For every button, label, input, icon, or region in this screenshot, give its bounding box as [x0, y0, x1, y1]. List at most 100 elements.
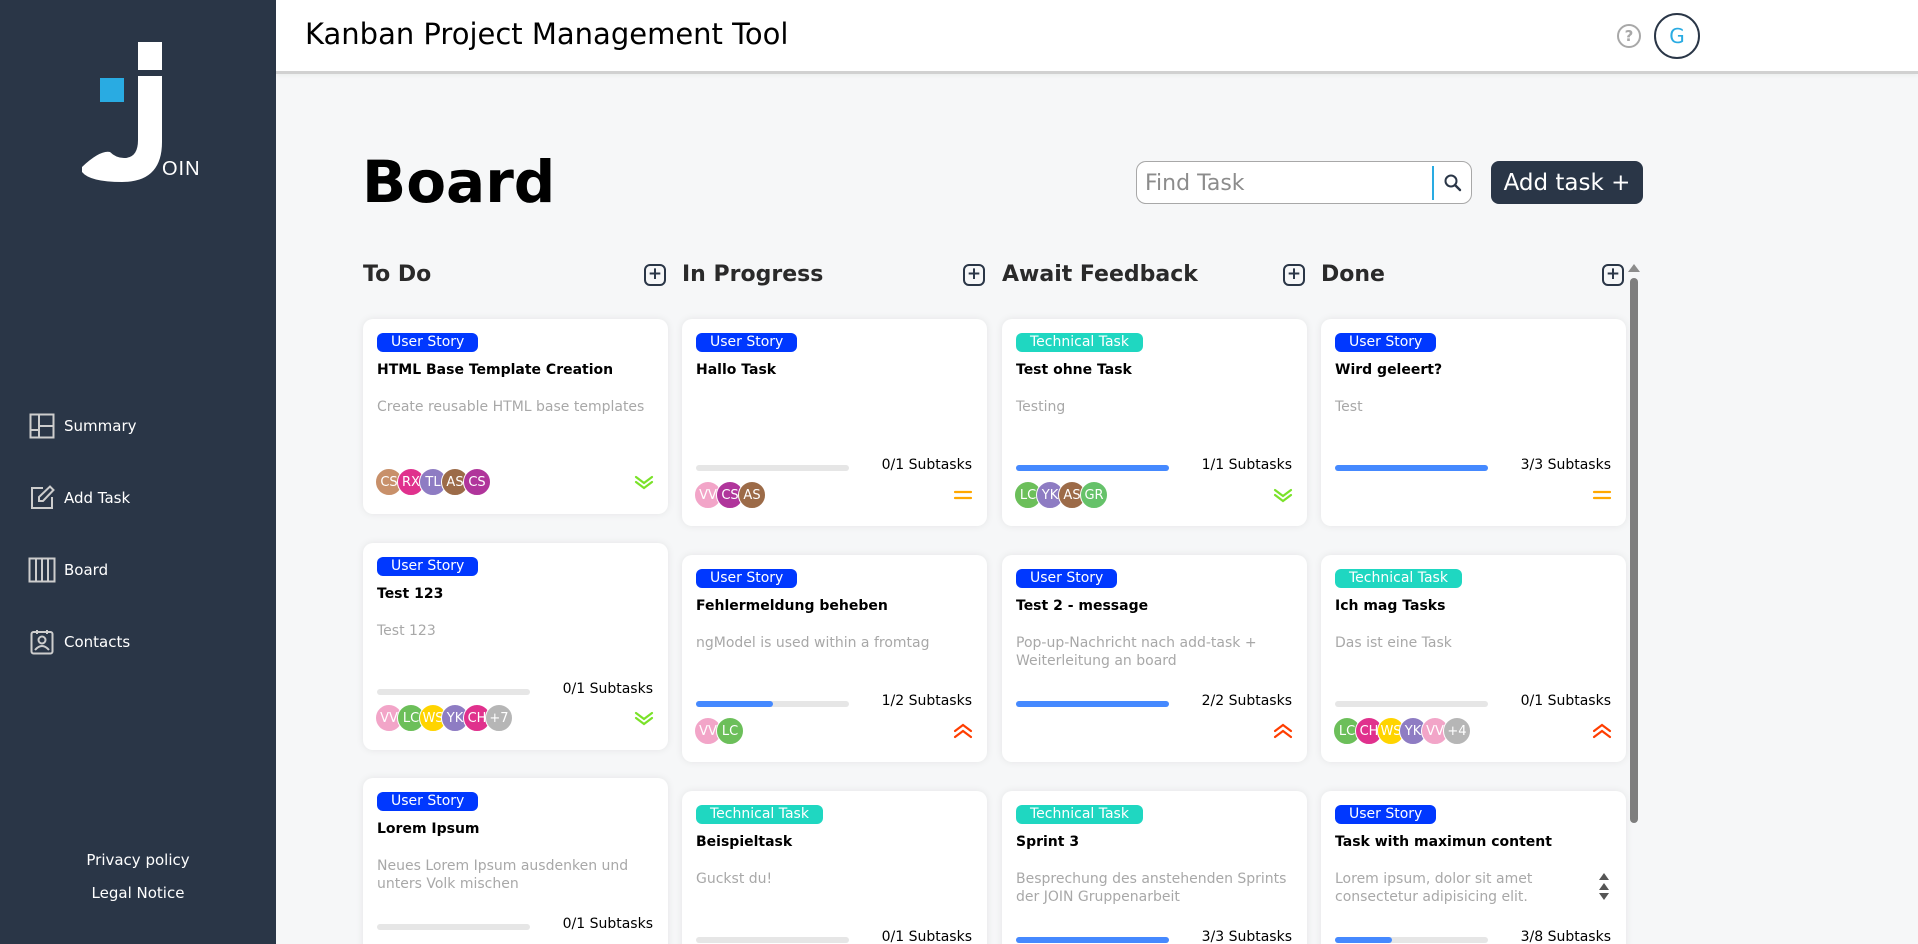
subtask-count: 0/1 Subtasks	[1520, 693, 1611, 709]
subtask-progress-bar	[696, 701, 849, 707]
column-header-done: Done +	[1321, 262, 1626, 287]
logo-text: OIN	[162, 158, 201, 180]
scrollbar-thumb[interactable]	[1630, 278, 1638, 823]
top-header: Kanban Project Management Tool ? G	[276, 0, 1918, 74]
progress-fill	[1016, 465, 1169, 471]
assignee-avatars: VV LC	[694, 717, 744, 745]
subtask-count: 3/3 Subtasks	[1520, 457, 1611, 473]
assignee-avatars: LC CH WS YK VV +4	[1333, 717, 1471, 745]
category-badge: User Story	[1335, 805, 1437, 824]
task-description: Create reusable HTML base templates	[377, 399, 645, 415]
task-title: Test ohne Task	[1016, 362, 1132, 378]
progress-fill	[1335, 465, 1488, 471]
task-description: Besprechung des anstehenden Sprints der …	[1016, 871, 1287, 905]
contacts-icon	[28, 628, 56, 656]
subtask-progress-bar	[696, 937, 849, 943]
task-title: Test 123	[377, 586, 444, 602]
subtask-count: 2/2 Subtasks	[1201, 693, 1292, 709]
progress-fill	[1016, 937, 1169, 943]
priority-urgent-icon	[1592, 723, 1612, 739]
task-card[interactable]: Technical Task Sprint 3 Besprechung des an…	[1002, 791, 1307, 944]
subtask-count: 0/1 Subtasks	[881, 929, 972, 944]
task-description: Neues Lorem Ipsum ausdenken und unters V…	[377, 858, 629, 892]
task-card[interactable]: User Story Test 2 - message Pop-up-Nachric…	[1002, 555, 1307, 762]
task-description: Testing	[1016, 399, 1066, 415]
column-header-in-progress: In Progress +	[682, 262, 987, 287]
board-icon	[28, 556, 56, 584]
app-title: Kanban Project Management Tool	[305, 17, 789, 51]
task-title: Ich mag Tasks	[1335, 598, 1446, 614]
subtask-progress-bar	[1016, 465, 1169, 471]
subtask-progress-bar	[1335, 937, 1488, 943]
priority-medium-icon	[1592, 490, 1612, 500]
add-task-button[interactable]: Add task +	[1491, 161, 1643, 204]
task-card[interactable]: Technical Task Ich mag Tasks Das ist eine …	[1321, 555, 1626, 762]
privacy-policy-link[interactable]: Privacy policy	[0, 851, 276, 869]
task-card[interactable]: User Story Hallo Task 0/1 Subtasks VV CS AS	[682, 319, 987, 526]
task-card[interactable]: User Story Wird geleert? Test 3/3 Subtasks	[1321, 319, 1626, 526]
legal-notice-link[interactable]: Legal Notice	[0, 884, 276, 902]
subtask-count: 0/1 Subtasks	[562, 681, 653, 697]
subtask-progress-bar	[1016, 701, 1169, 707]
column-title: Await Feedback	[1002, 262, 1198, 287]
task-description: ngModel is used within a fromtag	[696, 635, 930, 651]
sidebar-item-contacts[interactable]: Contacts	[28, 606, 276, 678]
description-scroll-arrows[interactable]	[1599, 873, 1609, 900]
category-badge: Technical Task	[1016, 333, 1143, 352]
task-title: Wird geleert?	[1335, 362, 1443, 378]
search-icon[interactable]	[1442, 172, 1464, 194]
sidebar-item-add-task[interactable]: Add Task	[28, 462, 276, 534]
task-card[interactable]: Technical Task Beispieltask Guckst du! 0/1 …	[682, 791, 987, 944]
category-badge: User Story	[1016, 569, 1118, 588]
search-input[interactable]	[1145, 168, 1429, 198]
summary-icon	[28, 412, 56, 440]
add-to-column-icon[interactable]: +	[644, 263, 666, 286]
task-title: HTML Base Template Creation	[377, 362, 614, 378]
task-card[interactable]: User Story Task with maximun content Lorem…	[1321, 791, 1626, 944]
subtask-progress-bar	[1016, 937, 1169, 943]
sidebar-item-label: Board	[64, 561, 109, 579]
progress-fill	[696, 701, 773, 707]
sidebar-item-label: Add Task	[64, 489, 131, 507]
column-title: In Progress	[682, 262, 824, 287]
scroll-up-arrow[interactable]	[1628, 264, 1640, 272]
avatar: +4	[1443, 717, 1471, 745]
task-title: Hallo Task	[696, 362, 777, 378]
category-badge: User Story	[377, 792, 479, 811]
priority-urgent-icon	[953, 723, 973, 739]
user-avatar-button[interactable]: G	[1654, 13, 1700, 59]
subtask-count: 3/8 Subtasks	[1520, 929, 1611, 944]
task-description: Lorem ipsum, dolor sit amet consectetur …	[1335, 871, 1588, 908]
sidebar: OIN Summary Add Task Board Contacts Priv…	[0, 0, 276, 944]
sidebar-item-label: Summary	[64, 417, 137, 435]
category-badge: Technical Task	[696, 805, 823, 824]
category-badge: User Story	[696, 333, 798, 352]
task-description: Pop-up-Nachricht nach add-task + Weiterl…	[1016, 635, 1257, 669]
column-header-todo: To Do +	[363, 262, 668, 287]
avatar: CS	[463, 468, 491, 496]
task-card[interactable]: User Story Lorem Ipsum Neues Lorem Ipsum a…	[363, 778, 668, 944]
help-icon[interactable]: ?	[1617, 24, 1641, 48]
task-card[interactable]: Technical Task Test ohne Task Testing 1/1 S…	[1002, 319, 1307, 526]
assignee-avatars: VV CS AS	[694, 481, 766, 509]
add-to-column-icon[interactable]: +	[963, 263, 985, 286]
priority-medium-icon	[953, 490, 973, 500]
category-badge: User Story	[1335, 333, 1437, 352]
task-title: Lorem Ipsum	[377, 821, 480, 837]
add-to-column-icon[interactable]: +	[1602, 263, 1624, 286]
priority-low-icon	[634, 711, 654, 726]
category-badge: User Story	[696, 569, 798, 588]
subtask-progress-bar	[696, 465, 849, 471]
sidebar-item-board[interactable]: Board	[28, 534, 276, 606]
column-title: To Do	[363, 262, 432, 287]
category-badge: User Story	[377, 333, 479, 352]
sidebar-item-summary[interactable]: Summary	[28, 390, 276, 462]
add-to-column-icon[interactable]: +	[1283, 263, 1305, 286]
priority-low-icon	[1273, 488, 1293, 503]
task-card[interactable]: User Story Fehlermeldung beheben ngModel i…	[682, 555, 987, 762]
task-title: Fehlermeldung beheben	[696, 598, 888, 614]
task-description: Test 123	[377, 623, 436, 639]
task-card[interactable]: User Story HTML Base Template Creation Cre…	[363, 319, 668, 514]
task-card[interactable]: User Story Test 123 Test 123 0/1 Subtasks VV…	[363, 543, 668, 750]
task-description: Das ist eine Task	[1335, 635, 1452, 651]
